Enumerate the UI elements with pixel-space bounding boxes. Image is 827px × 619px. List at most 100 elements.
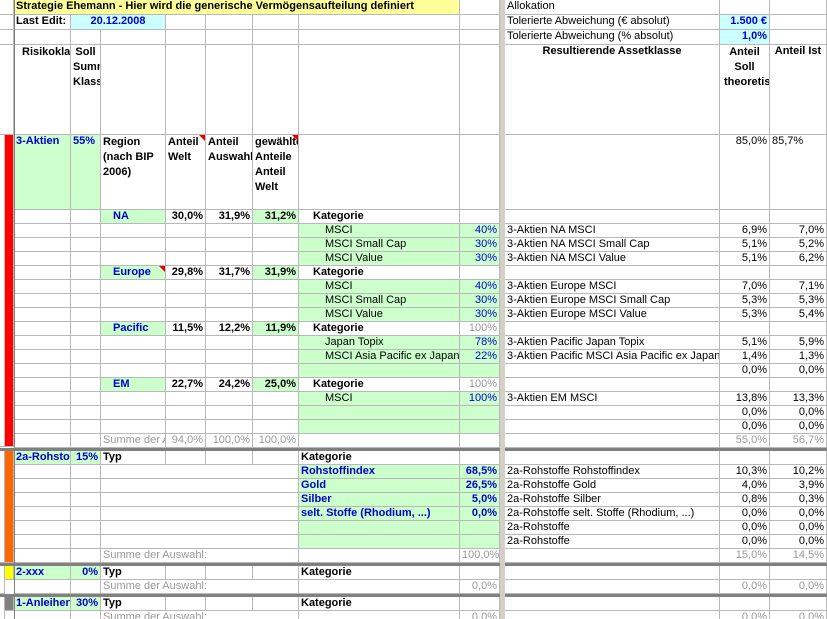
empty-cell[interactable] — [166, 451, 206, 465]
kategorie-item-pct[interactable]: 100% — [460, 392, 500, 406]
empty-cell[interactable] — [720, 210, 770, 224]
empty-cell[interactable] — [101, 224, 166, 238]
empty-cell[interactable] — [14, 252, 71, 266]
empty-cell[interactable] — [299, 45, 460, 135]
empty-cell[interactable] — [206, 392, 253, 406]
empty-cell[interactable] — [71, 350, 101, 364]
kategorie-item-name[interactable]: Japan Topix — [299, 336, 460, 350]
empty-cell[interactable] — [101, 336, 166, 350]
empty-cell[interactable] — [206, 451, 253, 465]
empty-cell[interactable] — [101, 406, 166, 420]
class-name-rohstoffe[interactable]: 2a-Rohsto — [14, 451, 71, 465]
empty-cell[interactable] — [14, 535, 71, 549]
comment-marker-icon[interactable] — [292, 135, 298, 141]
kategorie-item-name[interactable] — [299, 406, 460, 420]
empty-cell[interactable] — [71, 210, 101, 224]
kategorie-item-name[interactable]: MSCI Value — [299, 252, 460, 266]
empty-cell[interactable] — [166, 392, 206, 406]
rohstoff-name[interactable]: Rohstoffindex — [299, 465, 460, 479]
empty-cell[interactable] — [460, 434, 500, 448]
kategorie-item-name[interactable] — [299, 420, 460, 434]
empty-cell[interactable] — [460, 30, 500, 45]
empty-cell[interactable] — [14, 350, 71, 364]
empty-cell[interactable] — [101, 252, 166, 266]
region-gewaehlt[interactable]: 11,9% — [253, 322, 299, 336]
typ-row-spacer[interactable] — [101, 507, 299, 521]
rohstoff-pct[interactable]: 68,5% — [460, 465, 500, 479]
empty-cell[interactable] — [253, 294, 299, 308]
empty-cell[interactable] — [101, 308, 166, 322]
empty-cell[interactable] — [71, 493, 101, 507]
region-name-pacific[interactable]: Pacific — [101, 322, 166, 336]
empty-cell[interactable] — [101, 364, 166, 378]
rohstoff-name[interactable]: Gold — [299, 479, 460, 493]
empty-cell[interactable] — [101, 238, 166, 252]
comment-marker-icon[interactable] — [159, 266, 165, 272]
kategorie-item-name[interactable]: MSCI Asia Pacific ex Japan — [299, 350, 460, 364]
empty-cell[interactable] — [14, 406, 71, 420]
empty-cell[interactable] — [505, 611, 720, 619]
kategorie-item-name[interactable]: MSCI Small Cap — [299, 294, 460, 308]
empty-cell[interactable] — [14, 364, 71, 378]
empty-cell[interactable] — [253, 308, 299, 322]
empty-cell[interactable] — [166, 350, 206, 364]
empty-cell[interactable] — [166, 30, 206, 45]
rohstoff-pct[interactable]: 0,0% — [460, 507, 500, 521]
empty-cell[interactable] — [14, 580, 71, 594]
empty-cell[interactable] — [253, 597, 299, 611]
kategorie-item-pct[interactable]: 30% — [460, 308, 500, 322]
empty-cell[interactable] — [71, 280, 101, 294]
empty-cell[interactable] — [206, 224, 253, 238]
kategorie-item-pct[interactable]: 40% — [460, 280, 500, 294]
kategorie-item-name[interactable]: MSCI — [299, 392, 460, 406]
empty-cell[interactable] — [101, 350, 166, 364]
empty-cell[interactable] — [71, 322, 101, 336]
empty-cell[interactable] — [460, 597, 500, 611]
empty-cell[interactable] — [14, 420, 71, 434]
kategorie-item-name[interactable]: MSCI — [299, 224, 460, 238]
region-name-na[interactable]: NA — [101, 210, 166, 224]
empty-cell[interactable] — [14, 210, 71, 224]
empty-cell[interactable] — [166, 294, 206, 308]
empty-cell[interactable] — [206, 294, 253, 308]
empty-cell[interactable] — [253, 566, 299, 580]
typ-row-spacer[interactable] — [101, 493, 299, 507]
empty-cell[interactable] — [14, 493, 71, 507]
empty-cell[interactable] — [14, 238, 71, 252]
empty-cell[interactable] — [166, 364, 206, 378]
kategorie-item-pct[interactable]: 40% — [460, 224, 500, 238]
region-gewaehlt[interactable]: 31,2% — [253, 210, 299, 224]
kategorie-item-name[interactable]: MSCI Value — [299, 308, 460, 322]
empty-cell[interactable] — [720, 597, 770, 611]
empty-cell[interactable] — [14, 322, 71, 336]
rohstoff-pct[interactable]: 5,0% — [460, 493, 500, 507]
empty-cell[interactable] — [101, 294, 166, 308]
empty-cell[interactable] — [166, 566, 206, 580]
region-name-em[interactable]: EM — [101, 378, 166, 392]
empty-cell[interactable] — [14, 521, 71, 535]
class-pct-xxx[interactable]: 0% — [71, 566, 101, 580]
class-pct-rohstoffe[interactable]: 15% — [71, 451, 101, 465]
empty-cell[interactable] — [770, 566, 827, 580]
kategorie-item-pct[interactable]: 30% — [460, 238, 500, 252]
empty-cell[interactable] — [505, 434, 720, 448]
kategorie-item-pct[interactable] — [460, 406, 500, 420]
empty-cell[interactable] — [770, 451, 827, 465]
empty-cell[interactable] — [505, 451, 720, 465]
empty-cell[interactable] — [299, 434, 460, 448]
rohstoff-name[interactable]: selt. Stoffe (Rhodium, ...) — [299, 507, 460, 521]
empty-cell[interactable] — [720, 0, 770, 15]
empty-cell[interactable] — [14, 434, 71, 448]
tolerance-pct-input[interactable]: 1,0% — [720, 30, 770, 45]
empty-cell[interactable] — [71, 465, 101, 479]
empty-cell[interactable] — [299, 580, 460, 594]
empty-cell[interactable] — [720, 566, 770, 580]
empty-cell[interactable] — [206, 30, 253, 45]
empty-cell[interactable] — [505, 549, 720, 563]
empty-cell[interactable] — [14, 392, 71, 406]
empty-cell[interactable] — [206, 566, 253, 580]
empty-cell[interactable] — [770, 266, 827, 280]
empty-cell[interactable] — [71, 420, 101, 434]
empty-cell[interactable] — [166, 406, 206, 420]
empty-cell[interactable] — [770, 0, 827, 15]
